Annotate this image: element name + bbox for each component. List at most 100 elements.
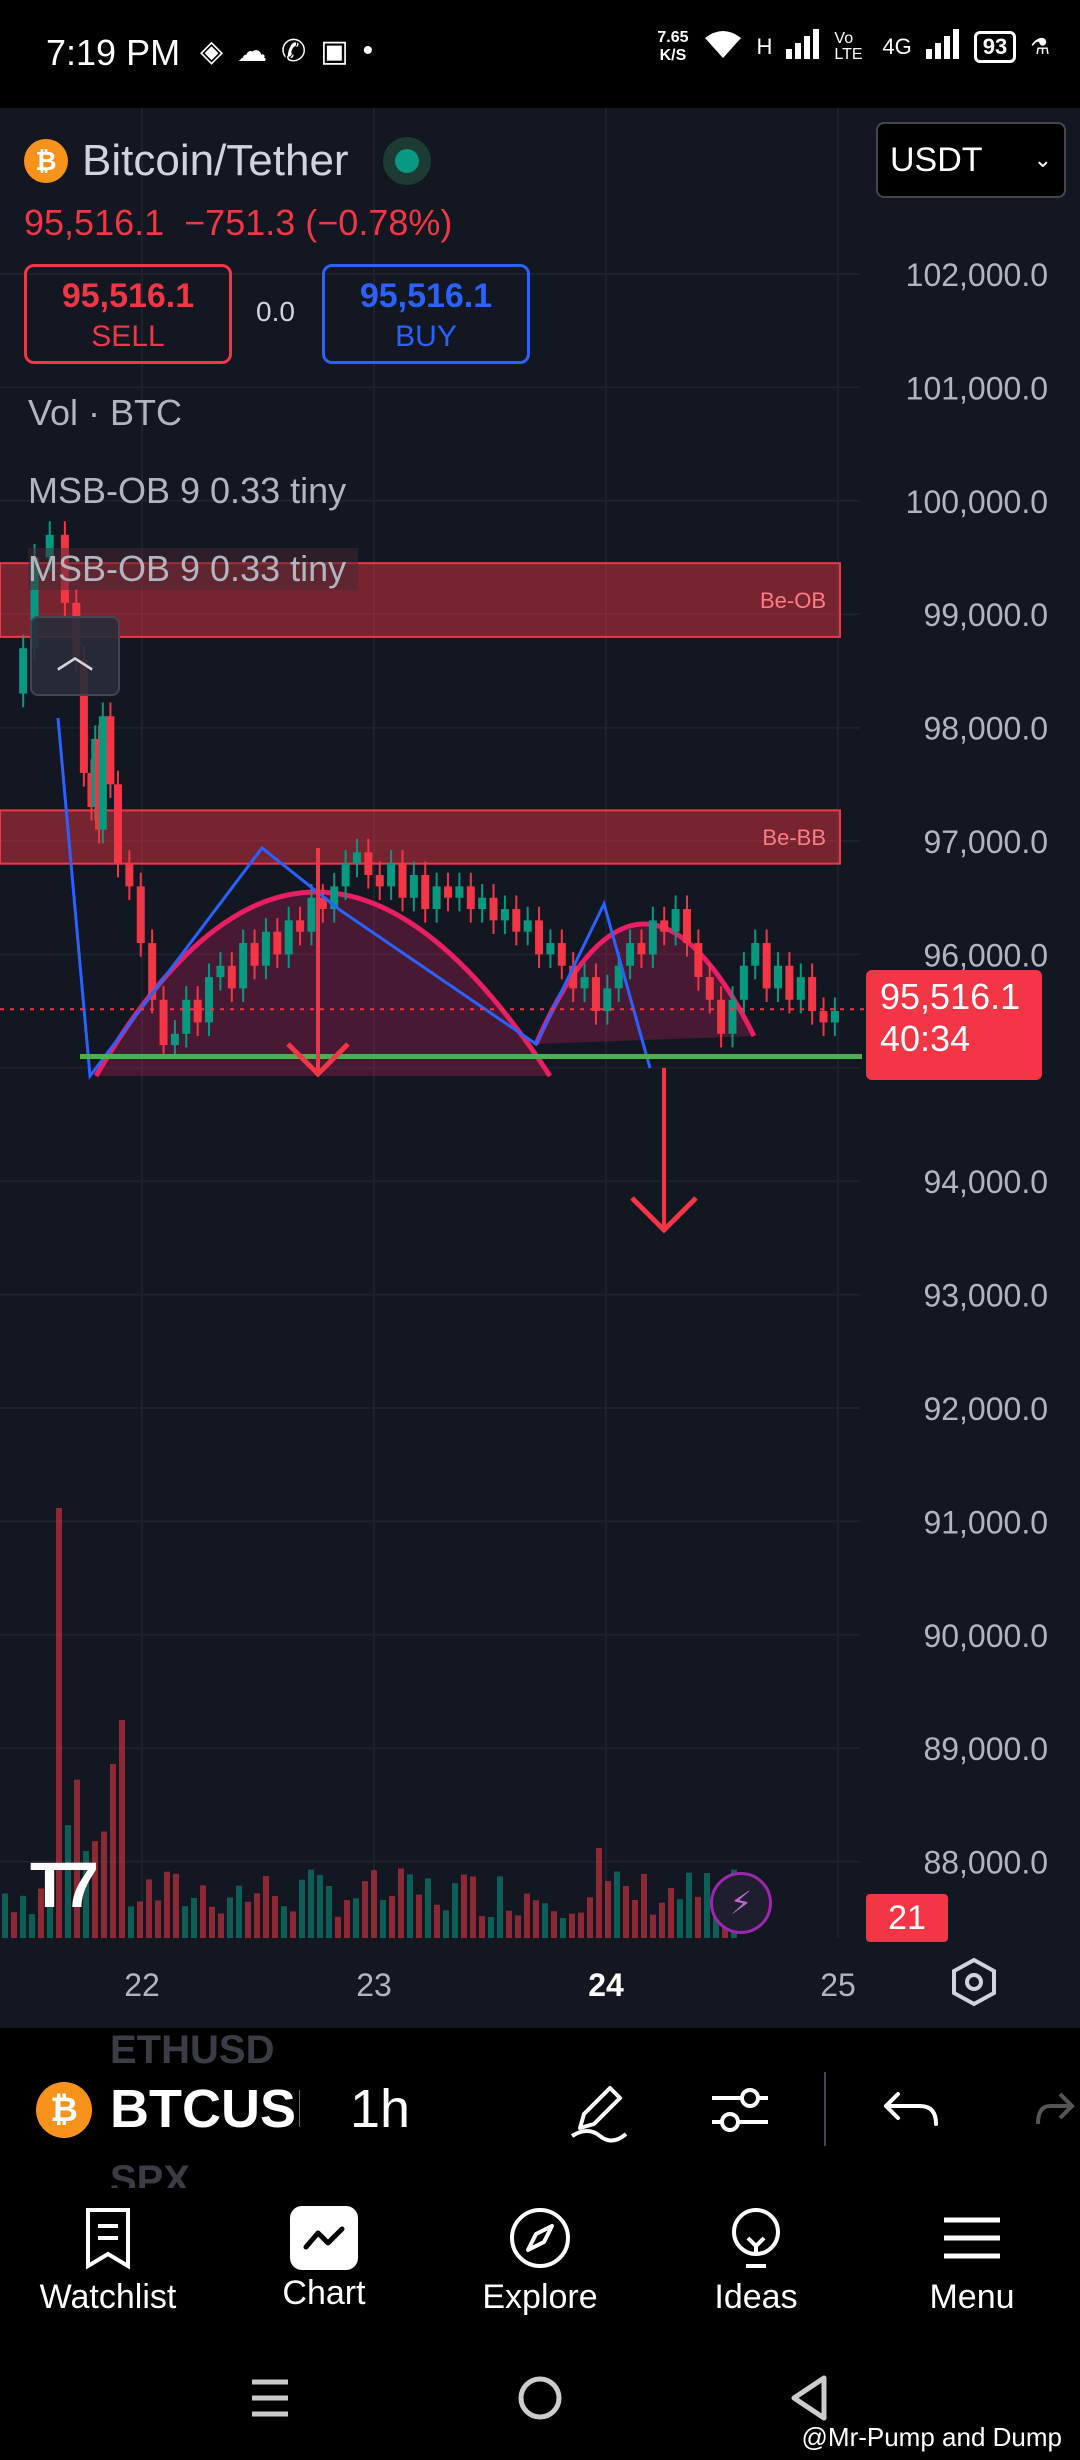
symbol-title[interactable]: Bitcoin/Tether <box>82 136 349 186</box>
undo-icon[interactable] <box>876 2074 948 2146</box>
volume-bar <box>227 1897 233 1938</box>
buy-button[interactable]: 95,516.1 BUY <box>322 264 530 364</box>
candle-body <box>819 1011 828 1023</box>
y-tick-label: 97,000.0 <box>923 824 1048 860</box>
candle-body <box>261 931 270 966</box>
currency-select[interactable]: USDT ⌄ <box>876 122 1066 198</box>
change-percent: (−0.78%) <box>305 202 453 243</box>
indicators-sliders-icon[interactable] <box>704 2074 776 2146</box>
wifi-icon <box>703 28 743 66</box>
legend-indicator-1[interactable]: MSB-OB 9 0.33 tiny <box>28 470 346 512</box>
sell-label: SELL <box>91 320 165 353</box>
buy-price: 95,516.1 <box>359 277 493 315</box>
currency-value: USDT <box>890 140 983 179</box>
y-tick-label: 89,000.0 <box>923 1731 1048 1767</box>
chevron-down-icon: ⌄ <box>1033 147 1052 172</box>
ghost-symbol-top: ETHUSD <box>110 2028 275 2072</box>
tradingview-logo-icon: T7 <box>30 1849 99 1921</box>
volume-bar <box>290 1911 296 1938</box>
y-tick-label: 92,000.0 <box>923 1391 1048 1427</box>
symbol-picker[interactable]: BTCUSDT <box>110 2078 300 2140</box>
candle-body <box>500 909 509 921</box>
volume-bar <box>623 1886 629 1938</box>
volume-bar <box>551 1911 557 1938</box>
interval-picker[interactable]: 1h <box>350 2078 410 2140</box>
market-status-icon[interactable] <box>382 137 431 185</box>
legend-volume[interactable]: Vol · BTC <box>28 392 182 434</box>
home-icon[interactable] <box>510 2368 570 2428</box>
candle-body <box>739 965 748 1000</box>
candle-body <box>785 965 794 1000</box>
candle-body <box>19 648 28 694</box>
candle-body <box>307 897 316 932</box>
bitcoin-logo-icon: ₿ <box>36 2082 92 2138</box>
sell-button[interactable]: 95,516.1 SELL <box>24 264 232 364</box>
nav-ideas[interactable]: Ideas <box>648 2188 864 2338</box>
volume-bar <box>479 1916 485 1938</box>
zone-label: Be-BB <box>762 825 826 850</box>
candle-body <box>341 863 350 887</box>
volume-bar <box>695 1896 701 1938</box>
candle-body <box>717 999 726 1034</box>
y-tick-label: 98,000.0 <box>923 711 1048 747</box>
candle-body <box>648 920 657 955</box>
volume-bar <box>605 1881 611 1938</box>
volume-bar <box>641 1873 647 1938</box>
volume-bar <box>470 1876 476 1938</box>
symbol-header[interactable]: ₿ Bitcoin/Tether <box>24 136 431 186</box>
candle-body <box>205 977 214 1023</box>
volume-bar <box>587 1897 593 1938</box>
volume-bar <box>335 1916 341 1938</box>
candle-body <box>557 943 566 966</box>
nav-watchlist[interactable]: Watchlist <box>0 2188 216 2338</box>
candle-body <box>478 897 487 910</box>
legend-indicator-2[interactable]: MSB-OB 9 0.33 tiny <box>28 548 359 590</box>
nav-menu[interactable]: Menu <box>864 2188 1080 2338</box>
lightning-icon[interactable]: ⚡ <box>710 1872 772 1934</box>
chart-icon <box>290 2206 358 2270</box>
y-tick-label: 90,000.0 <box>923 1618 1048 1654</box>
candle-body <box>705 977 714 1000</box>
settings-hexagon-icon[interactable] <box>948 1956 1000 2008</box>
status-bar: 7:19 PM ◈ ☁ ✆ ▣ • 7.65 K/S H Vo LTE 4G 9… <box>0 0 1080 108</box>
notification-icons: ◈ ☁ ✆ ▣ • <box>200 34 373 69</box>
lightbulb-icon <box>732 2208 780 2268</box>
volte-label: Vo LTE <box>834 30 863 63</box>
candle-body <box>694 943 703 978</box>
candle-body <box>796 977 805 1000</box>
volume-bar <box>488 1916 494 1938</box>
volume-bar <box>308 1869 314 1938</box>
candle-body <box>216 965 225 978</box>
recent-apps-icon[interactable] <box>240 2368 300 2428</box>
nav-explore[interactable]: Explore <box>432 2188 648 2338</box>
candle-body <box>626 943 635 966</box>
buy-label: BUY <box>395 320 457 353</box>
candle-body <box>106 716 115 785</box>
volume-bar <box>533 1900 539 1938</box>
back-icon[interactable] <box>780 2368 840 2428</box>
draw-pencil-icon[interactable] <box>562 2074 634 2146</box>
candle-body <box>660 920 669 932</box>
redo-icon[interactable] <box>1030 2074 1080 2146</box>
volume-bar <box>659 1902 665 1938</box>
compass-icon <box>510 2208 570 2268</box>
volume-bar <box>218 1913 224 1938</box>
candle-body <box>535 920 544 955</box>
nav-chart[interactable]: Chart <box>216 2188 432 2338</box>
volume-bar <box>101 1831 107 1938</box>
candle-body <box>352 852 361 864</box>
volume-bar <box>515 1915 521 1938</box>
y-tick-label: 99,000.0 <box>923 597 1048 633</box>
volume-bar <box>371 1870 377 1938</box>
chart-area[interactable]: Be-OB Be-BB 102,000.0 101,000.0 100,000.0 99,… <box>0 108 1080 2028</box>
menu-icon <box>944 2217 1000 2259</box>
volume-badge: 21 <box>866 1894 948 1942</box>
status-indicators: 7.65 K/S H Vo LTE 4G 93 ⚗ <box>657 28 1050 66</box>
volume-bar <box>272 1896 278 1938</box>
collapse-legend-button[interactable]: ︿ <box>30 616 120 696</box>
network-type: H <box>756 34 773 59</box>
volume-bar <box>632 1900 638 1938</box>
volume-bar <box>560 1917 566 1938</box>
x-tick-label: 22 <box>124 1967 160 2003</box>
y-tick-label: 102,000.0 <box>906 257 1048 293</box>
